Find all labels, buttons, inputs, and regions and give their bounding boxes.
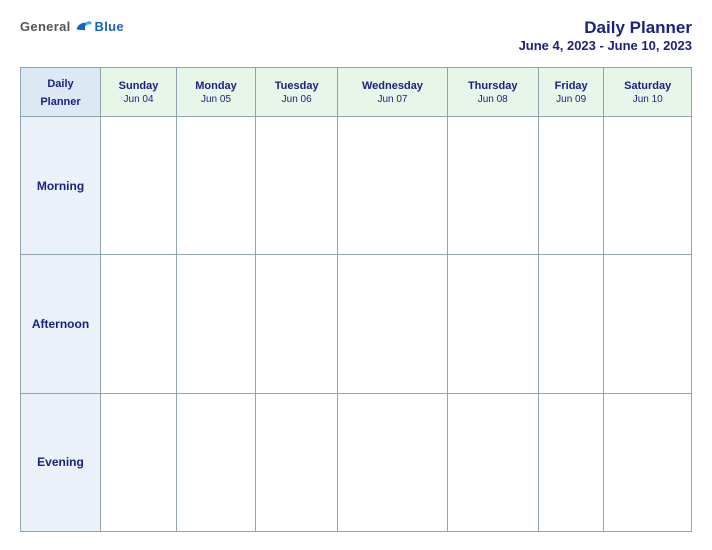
- daily-planner-header-cell: DailyPlanner: [21, 68, 101, 117]
- day-date-monday: Jun 05: [181, 94, 251, 105]
- evening-thursday[interactable]: [447, 393, 538, 531]
- day-name-thursday: Thursday: [452, 79, 534, 93]
- day-name-tuesday: Tuesday: [260, 79, 333, 93]
- page-title: Daily Planner: [519, 18, 692, 38]
- day-name-saturday: Saturday: [608, 79, 687, 93]
- day-name-friday: Friday: [543, 79, 600, 93]
- day-date-saturday: Jun 10: [608, 94, 687, 105]
- day-name-sunday: Sunday: [105, 79, 172, 93]
- afternoon-label: Afternoon: [21, 255, 101, 393]
- afternoon-tuesday[interactable]: [255, 255, 337, 393]
- planner-table: DailyPlanner Sunday Jun 04 Monday Jun 05…: [20, 67, 692, 532]
- afternoon-friday[interactable]: [538, 255, 604, 393]
- evening-sunday[interactable]: [101, 393, 177, 531]
- afternoon-sunday[interactable]: [101, 255, 177, 393]
- logo-general-text: General: [20, 19, 71, 34]
- morning-thursday[interactable]: [447, 117, 538, 255]
- col-header-wednesday: Wednesday Jun 07: [338, 68, 447, 117]
- page-header: General Blue Daily Planner June 4, 2023 …: [20, 18, 692, 53]
- date-range: June 4, 2023 - June 10, 2023: [519, 38, 692, 53]
- table-header-row: DailyPlanner Sunday Jun 04 Monday Jun 05…: [21, 68, 692, 117]
- morning-monday[interactable]: [177, 117, 256, 255]
- day-date-tuesday: Jun 06: [260, 94, 333, 105]
- col-header-sunday: Sunday Jun 04: [101, 68, 177, 117]
- morning-label: Morning: [21, 117, 101, 255]
- day-name-monday: Monday: [181, 79, 251, 93]
- evening-tuesday[interactable]: [255, 393, 337, 531]
- evening-wednesday[interactable]: [338, 393, 447, 531]
- evening-label: Evening: [21, 393, 101, 531]
- day-date-wednesday: Jun 07: [342, 94, 442, 105]
- morning-tuesday[interactable]: [255, 117, 337, 255]
- afternoon-saturday[interactable]: [604, 255, 692, 393]
- evening-monday[interactable]: [177, 393, 256, 531]
- col-header-monday: Monday Jun 05: [177, 68, 256, 117]
- day-date-thursday: Jun 08: [452, 94, 534, 105]
- logo-blue-text: Blue: [95, 19, 124, 34]
- afternoon-monday[interactable]: [177, 255, 256, 393]
- afternoon-row: Afternoon: [21, 255, 692, 393]
- day-name-wednesday: Wednesday: [342, 79, 442, 93]
- evening-friday[interactable]: [538, 393, 604, 531]
- day-date-friday: Jun 09: [543, 94, 600, 105]
- evening-row: Evening: [21, 393, 692, 531]
- morning-row: Morning: [21, 117, 692, 255]
- col-header-thursday: Thursday Jun 08: [447, 68, 538, 117]
- table-label: DailyPlanner: [40, 78, 80, 108]
- morning-wednesday[interactable]: [338, 117, 447, 255]
- logo-area: General Blue: [20, 18, 124, 34]
- logo-bird-icon: [75, 18, 93, 34]
- col-header-tuesday: Tuesday Jun 06: [255, 68, 337, 117]
- title-area: Daily Planner June 4, 2023 - June 10, 20…: [519, 18, 692, 53]
- morning-friday[interactable]: [538, 117, 604, 255]
- afternoon-wednesday[interactable]: [338, 255, 447, 393]
- col-header-friday: Friday Jun 09: [538, 68, 604, 117]
- col-header-saturday: Saturday Jun 10: [604, 68, 692, 117]
- afternoon-thursday[interactable]: [447, 255, 538, 393]
- evening-saturday[interactable]: [604, 393, 692, 531]
- morning-saturday[interactable]: [604, 117, 692, 255]
- day-date-sunday: Jun 04: [105, 94, 172, 105]
- morning-sunday[interactable]: [101, 117, 177, 255]
